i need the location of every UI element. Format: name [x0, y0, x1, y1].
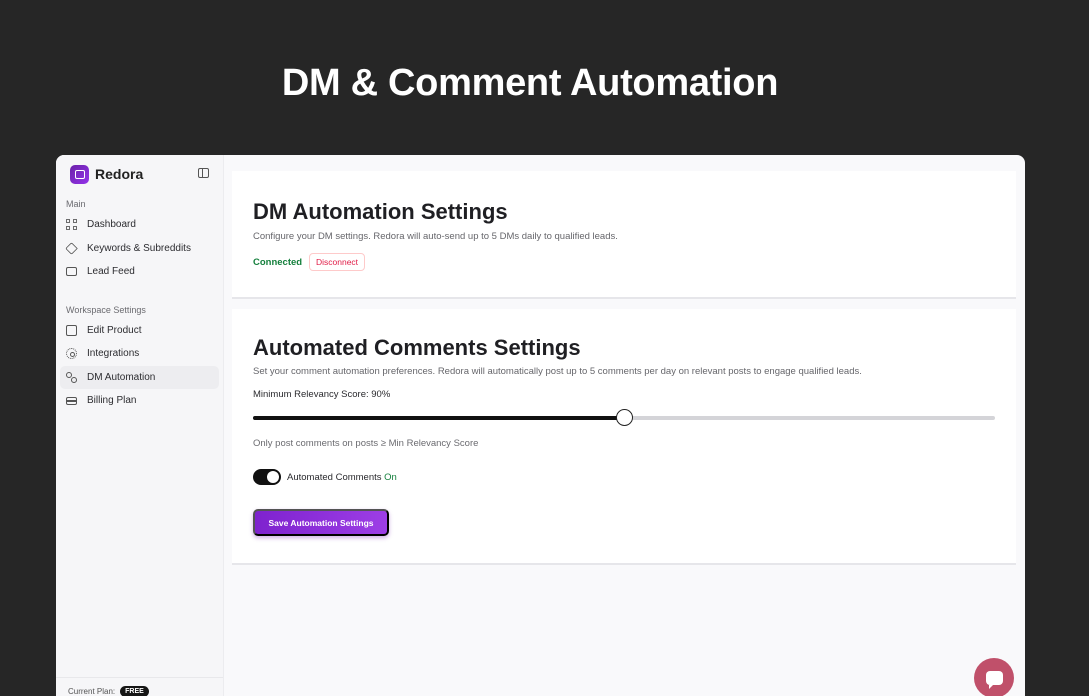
- plan-label: Current Plan:: [68, 687, 116, 696]
- dm-settings-title: DM Automation Settings: [253, 199, 508, 224]
- plan-badge: FREE: [120, 686, 149, 696]
- tag-icon: [65, 242, 78, 255]
- sidebar-item-label: Lead Feed: [87, 266, 135, 278]
- sidebar-item-label: DM Automation: [87, 371, 156, 383]
- relevancy-slider-fill: [253, 416, 624, 420]
- chat-bubble-icon: [985, 671, 1003, 689]
- sidebar-item-label: Integrations: [87, 348, 140, 360]
- main-nav: Dashboard Keywords & Subreddits Lead Fee…: [56, 213, 223, 284]
- comment-settings-title: Automated Comments Settings: [253, 335, 581, 360]
- main-content: DM Automation Settings Configure your DM…: [224, 155, 1025, 696]
- edit-icon: [66, 324, 77, 336]
- dm-settings-description: Configure your DM settings. Redora will …: [253, 231, 618, 242]
- dm-settings-card: DM Automation Settings Configure your DM…: [232, 171, 1016, 299]
- gear-icon: [66, 348, 77, 360]
- sidebar-item-billing-plan[interactable]: Billing Plan: [60, 389, 219, 413]
- relevancy-hint: Only post comments on posts ≥ Min Releva…: [253, 438, 479, 449]
- comment-settings-description: Set your comment automation preferences.…: [253, 366, 862, 377]
- sidebar-item-dashboard[interactable]: Dashboard: [60, 213, 219, 237]
- sidebar-item-dm-automation[interactable]: DM Automation: [60, 365, 219, 389]
- relevancy-slider-label: Minimum Relevancy Score: 90%: [253, 389, 391, 400]
- sidebar-item-label: Edit Product: [87, 324, 142, 336]
- sidebar-item-label: Dashboard: [87, 219, 136, 231]
- current-plan: Current Plan: FREE: [56, 677, 223, 696]
- relevancy-slider[interactable]: [253, 409, 995, 426]
- sidebar-item-edit-product[interactable]: Edit Product: [60, 319, 219, 343]
- sidebar-item-label: Keywords & Subreddits: [87, 242, 191, 254]
- sidebar-toggle-icon[interactable]: [198, 168, 209, 178]
- sidebar-item-integrations[interactable]: Integrations: [60, 342, 219, 366]
- brand-name: Redora: [95, 166, 144, 182]
- sidebar-item-label: Billing Plan: [87, 395, 137, 407]
- sidebar: Redora Main Dashboard Keywords & Subredd…: [56, 155, 224, 696]
- toggle-state-text: On: [384, 472, 397, 483]
- app-window: Redora Main Dashboard Keywords & Subredd…: [56, 155, 1025, 696]
- grid-icon: [66, 219, 77, 231]
- route-icon: [66, 371, 77, 383]
- sidebar-item-lead-feed[interactable]: Lead Feed: [60, 260, 219, 284]
- comment-settings-card: Automated Comments Settings Set your com…: [232, 309, 1016, 565]
- section-label-workspace: Workspace Settings: [66, 304, 146, 315]
- automated-comments-label: Automated Comments On: [287, 472, 397, 483]
- relevancy-slider-thumb[interactable]: [616, 409, 633, 426]
- chat-support-button[interactable]: [974, 658, 1014, 696]
- disconnect-button[interactable]: Disconnect: [309, 253, 366, 271]
- workspace-nav: Edit Product Integrations DM Automation …: [56, 319, 223, 413]
- save-automation-button[interactable]: Save Automation Settings: [253, 509, 389, 536]
- redora-logo-icon: [70, 164, 89, 184]
- hero-title: DM & Comment Automation: [281, 62, 779, 104]
- connection-status: Connected: [253, 257, 303, 268]
- automated-comments-toggle[interactable]: [253, 469, 281, 485]
- toggle-knob: [267, 471, 279, 483]
- chat-icon: [66, 267, 77, 277]
- credit-card-icon: [66, 397, 77, 406]
- section-label-main: Main: [66, 199, 86, 209]
- sidebar-item-keywords[interactable]: Keywords & Subreddits: [60, 237, 219, 261]
- toggle-label-text: Automated Comments: [287, 472, 382, 483]
